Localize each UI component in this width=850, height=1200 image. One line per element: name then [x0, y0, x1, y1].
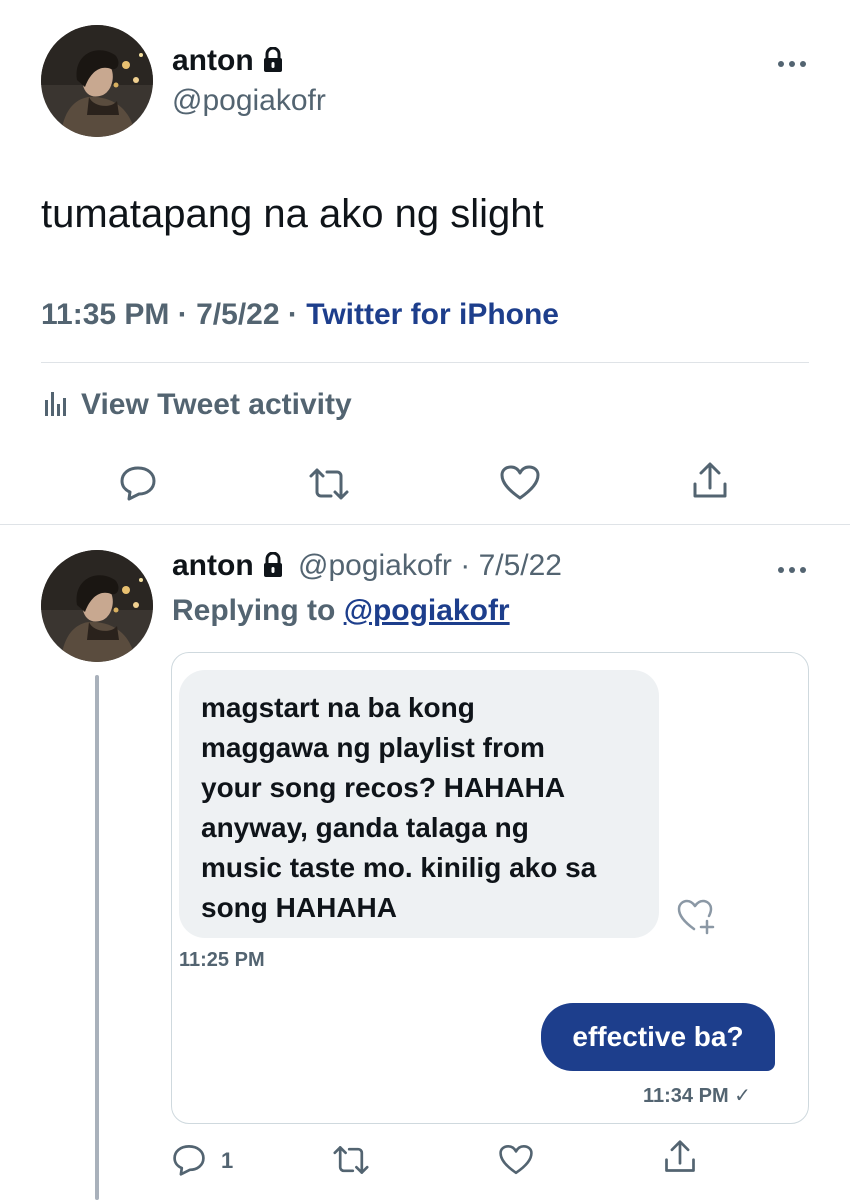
lock-icon	[262, 46, 284, 81]
reply-icon[interactable]	[118, 462, 158, 502]
main-avatar[interactable]	[41, 25, 153, 137]
reply-count: 1	[221, 1148, 234, 1173]
reply-date[interactable]: 7/5/22	[479, 549, 562, 582]
share-icon[interactable]	[690, 460, 730, 502]
divider	[41, 362, 809, 363]
share-icon[interactable]	[662, 1138, 698, 1176]
view-activity-link[interactable]: View Tweet activity	[41, 388, 352, 426]
heart-plus-icon	[676, 897, 716, 940]
separator: ·	[287, 298, 298, 331]
tweet-time[interactable]: 11:35 PM	[41, 298, 169, 331]
divider	[0, 524, 850, 525]
message-line: anyway, ganda talaga ng	[201, 812, 529, 843]
like-icon[interactable]	[499, 464, 541, 502]
more-icon[interactable]	[777, 56, 807, 67]
replying-prefix: Replying to	[172, 594, 336, 627]
separator: ·	[177, 298, 188, 331]
message-line: maggawa ng playlist from	[201, 732, 545, 763]
author-handle[interactable]: @pogiakofr	[172, 84, 326, 118]
tweet-text: tumatapang na ako ng slight	[41, 192, 544, 236]
more-icon[interactable]	[777, 562, 807, 573]
message-line: your song recos? HAHAHA	[201, 772, 566, 803]
like-icon[interactable]	[498, 1143, 534, 1177]
incoming-timestamp: 11:25 PM	[179, 949, 265, 971]
replying-to-link[interactable]: @pogiakofr	[344, 594, 510, 627]
lock-icon	[262, 551, 284, 586]
outgoing-message-bubble: effective ba?	[541, 1003, 775, 1071]
author-name[interactable]: anton	[172, 44, 284, 81]
replying-to: Replying to @pogiakofr	[172, 594, 510, 628]
message-line: song HAHAHA	[201, 892, 397, 923]
outgoing-message-text: effective ba?	[572, 1021, 744, 1052]
view-activity-label: View Tweet activity	[81, 388, 352, 421]
tweet-source-link[interactable]: Twitter for iPhone	[306, 298, 559, 331]
attached-image-card[interactable]: magstart na ba kong maggawa ng playlist …	[171, 652, 809, 1124]
outgoing-timestamp: 11:34 PM ✓	[643, 1083, 751, 1108]
reply-author-name[interactable]: anton	[172, 549, 254, 582]
separator: ·	[460, 549, 471, 582]
sent-status-icon: ✓	[734, 1085, 751, 1107]
outgoing-time: 11:34 PM	[643, 1085, 729, 1107]
thread-line	[95, 675, 99, 1200]
tweet-date[interactable]: 7/5/22	[196, 298, 279, 331]
reply-avatar[interactable]	[41, 550, 153, 662]
message-line: music taste mo. kinilig ako sa	[201, 852, 597, 883]
retweet-icon[interactable]	[331, 1142, 371, 1178]
message-line: magstart na ba kong	[201, 692, 475, 723]
reply-header: anton @pogiakofr · 7/5/22	[172, 549, 562, 586]
incoming-message-bubble: magstart na ba kong maggawa ng playlist …	[179, 670, 659, 938]
analytics-icon	[41, 388, 71, 426]
reply-author-handle[interactable]: @pogiakofr	[298, 549, 452, 582]
tweet-meta: 11:35 PM · 7/5/22 · Twitter for iPhone	[41, 298, 559, 332]
reply-icon[interactable]	[171, 1141, 207, 1177]
retweet-icon[interactable]	[307, 464, 351, 504]
